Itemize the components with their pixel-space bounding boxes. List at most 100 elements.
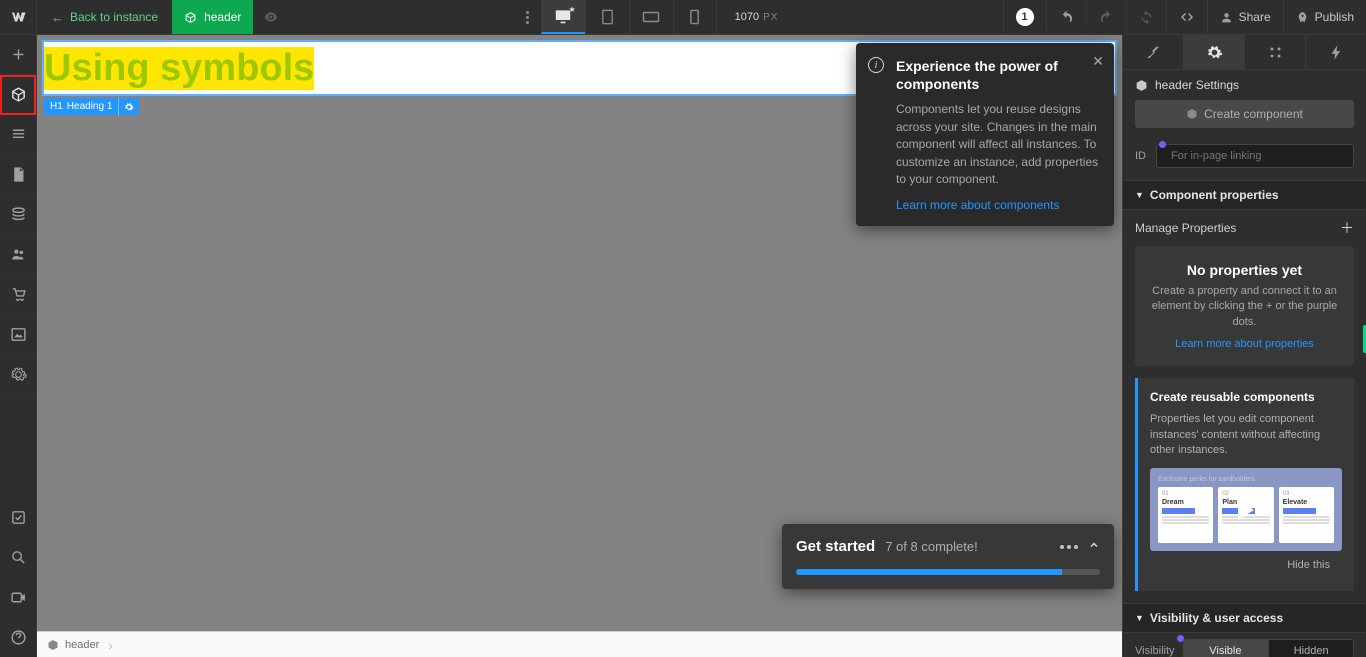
star-icon: ★: [568, 5, 575, 14]
id-label: ID: [1135, 150, 1146, 162]
page-icon: [10, 166, 27, 183]
add-property-button[interactable]: ＋: [1340, 218, 1354, 238]
redo-button[interactable]: [1086, 0, 1126, 34]
more-breakpoints-button[interactable]: [514, 0, 541, 34]
element-settings-button[interactable]: [118, 98, 139, 115]
close-tooltip-button[interactable]: ✕: [1092, 53, 1104, 70]
canvas-width-display[interactable]: 1070 PX: [717, 0, 779, 34]
tooltip-title: Experience the power of components: [896, 57, 1100, 93]
cms-icon: [10, 206, 27, 223]
cart-icon: [10, 286, 27, 303]
visibility-hidden[interactable]: Hidden: [1268, 639, 1354, 657]
notifications-button[interactable]: 1: [1003, 0, 1046, 34]
sidebar-users[interactable]: [0, 235, 36, 275]
sidebar-pages[interactable]: [0, 155, 36, 195]
arrow-left-icon: ←: [51, 10, 64, 25]
id-input[interactable]: [1156, 144, 1354, 168]
breadcrumb: header ›: [37, 631, 1122, 657]
cube-icon: [1186, 108, 1198, 120]
breakpoint-tablet[interactable]: [585, 0, 629, 34]
width-unit: PX: [763, 12, 778, 23]
sidebar-components[interactable]: [0, 75, 36, 115]
navigator-icon: [10, 126, 27, 143]
chevron-down-icon: ▼: [1135, 613, 1144, 623]
cube-icon: [10, 86, 27, 103]
eye-icon: [263, 9, 279, 25]
sidebar-add[interactable]: [0, 35, 36, 75]
get-started-collapse[interactable]: [1088, 539, 1100, 554]
noprop-title: No properties yet: [1145, 262, 1344, 278]
bolt-icon: [1328, 44, 1345, 61]
help-icon: [10, 629, 27, 646]
sidebar-help[interactable]: [0, 617, 36, 657]
tooltip-body: Components let you reuse designs across …: [896, 101, 1100, 188]
gear-icon: [10, 366, 27, 383]
breakpoint-landscape[interactable]: [629, 0, 673, 34]
sidebar-navigator[interactable]: [0, 115, 36, 155]
create-component-label: Create component: [1204, 107, 1303, 121]
panel-tab-style[interactable]: [1123, 35, 1184, 69]
get-started-menu[interactable]: [1060, 545, 1078, 549]
visibility-visible[interactable]: Visible: [1183, 639, 1269, 657]
sync-button[interactable]: [1126, 0, 1166, 34]
preview-button[interactable]: [253, 0, 289, 34]
video-icon: [10, 589, 27, 606]
section-visibility[interactable]: ▼ Visibility & user access: [1123, 603, 1366, 633]
sidebar-ecommerce[interactable]: [0, 275, 36, 315]
panel-tab-effects[interactable]: [1306, 35, 1366, 69]
cube-icon: [1135, 79, 1148, 92]
tag-kind: H1: [50, 101, 63, 112]
export-code-button[interactable]: [1166, 0, 1207, 34]
publish-button[interactable]: Publish: [1283, 0, 1366, 34]
section-component-properties[interactable]: ▼ Component properties: [1123, 180, 1366, 210]
component-tab-header[interactable]: header: [172, 0, 253, 34]
panel-tab-settings[interactable]: [1184, 35, 1245, 69]
panel-tab-interactions[interactable]: [1245, 35, 1306, 69]
components-tooltip: i ✕ Experience the power of components C…: [856, 43, 1114, 226]
code-icon: [1179, 10, 1195, 24]
brush-icon: [1145, 44, 1162, 61]
manage-properties-label: Manage Properties: [1135, 221, 1236, 235]
sync-icon: [1139, 10, 1154, 25]
share-button[interactable]: Share: [1207, 0, 1283, 34]
tooltip-link[interactable]: Learn more about components: [896, 198, 1100, 212]
visibility-label: Visibility: [1135, 645, 1175, 657]
person-icon: [1220, 11, 1233, 24]
canvas-heading[interactable]: Using symbols: [44, 47, 314, 90]
get-started-title: Get started: [796, 538, 875, 555]
undo-button[interactable]: [1046, 0, 1086, 34]
info-icon: i: [868, 57, 884, 73]
sidebar-assets[interactable]: [0, 315, 36, 355]
sidebar-search[interactable]: [0, 537, 36, 577]
hide-card-button[interactable]: Hide this: [1150, 551, 1342, 579]
create-component-button[interactable]: Create component: [1135, 100, 1354, 128]
plus-icon: [10, 46, 27, 63]
chevron-right-icon: ›: [108, 637, 113, 653]
breakpoint-mobile[interactable]: [673, 0, 717, 34]
progress-bar: [796, 569, 1100, 575]
noprop-link[interactable]: Learn more about properties: [1145, 338, 1344, 350]
property-dot-icon[interactable]: [1159, 141, 1166, 148]
chevron-down-icon: ▼: [1135, 190, 1144, 200]
cube-icon: [47, 639, 59, 651]
section-label: Component properties: [1150, 188, 1279, 202]
create-card-body: Properties let you edit component instan…: [1150, 412, 1342, 458]
get-started-subtitle: 7 of 8 complete!: [885, 539, 978, 554]
webflow-logo[interactable]: [0, 0, 37, 34]
tutorial-thumbnail[interactable]: Exclusive perks for cardholders 01Dream …: [1150, 468, 1342, 551]
breakpoint-desktop[interactable]: ★: [541, 0, 585, 34]
play-icon: [1150, 468, 1342, 551]
redo-icon: [1099, 10, 1114, 25]
create-card-title: Create reusable components: [1150, 390, 1342, 404]
sidebar-settings[interactable]: [0, 355, 36, 395]
noprop-body: Create a property and connect it to an e…: [1145, 284, 1344, 330]
breadcrumb-item[interactable]: header: [65, 639, 99, 651]
sidebar-video[interactable]: [0, 577, 36, 617]
element-tag[interactable]: H1 Heading 1: [44, 98, 118, 115]
tab-label: header: [204, 10, 241, 24]
back-to-instance-link[interactable]: ← Back to instance: [37, 0, 172, 34]
visibility-toggle[interactable]: Visible Hidden: [1183, 639, 1354, 657]
sidebar-audit[interactable]: [0, 497, 36, 537]
section-label: Visibility & user access: [1150, 611, 1283, 625]
sidebar-cms[interactable]: [0, 195, 36, 235]
